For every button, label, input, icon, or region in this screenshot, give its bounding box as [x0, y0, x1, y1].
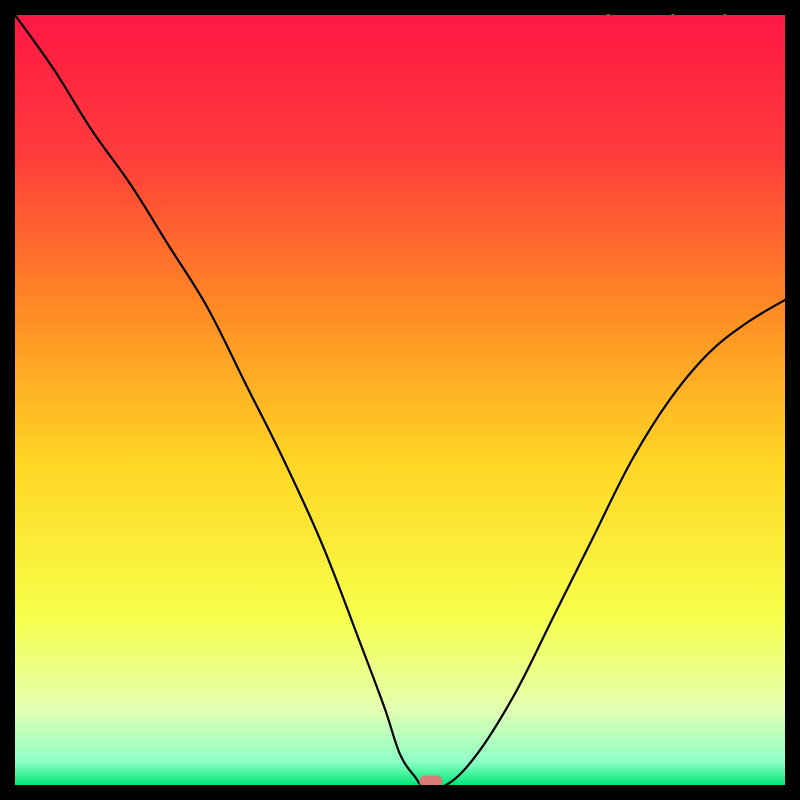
chart-frame: TheBottleneck.com: [15, 15, 785, 785]
bottleneck-plot: [15, 15, 785, 785]
optimal-marker: [419, 775, 442, 785]
